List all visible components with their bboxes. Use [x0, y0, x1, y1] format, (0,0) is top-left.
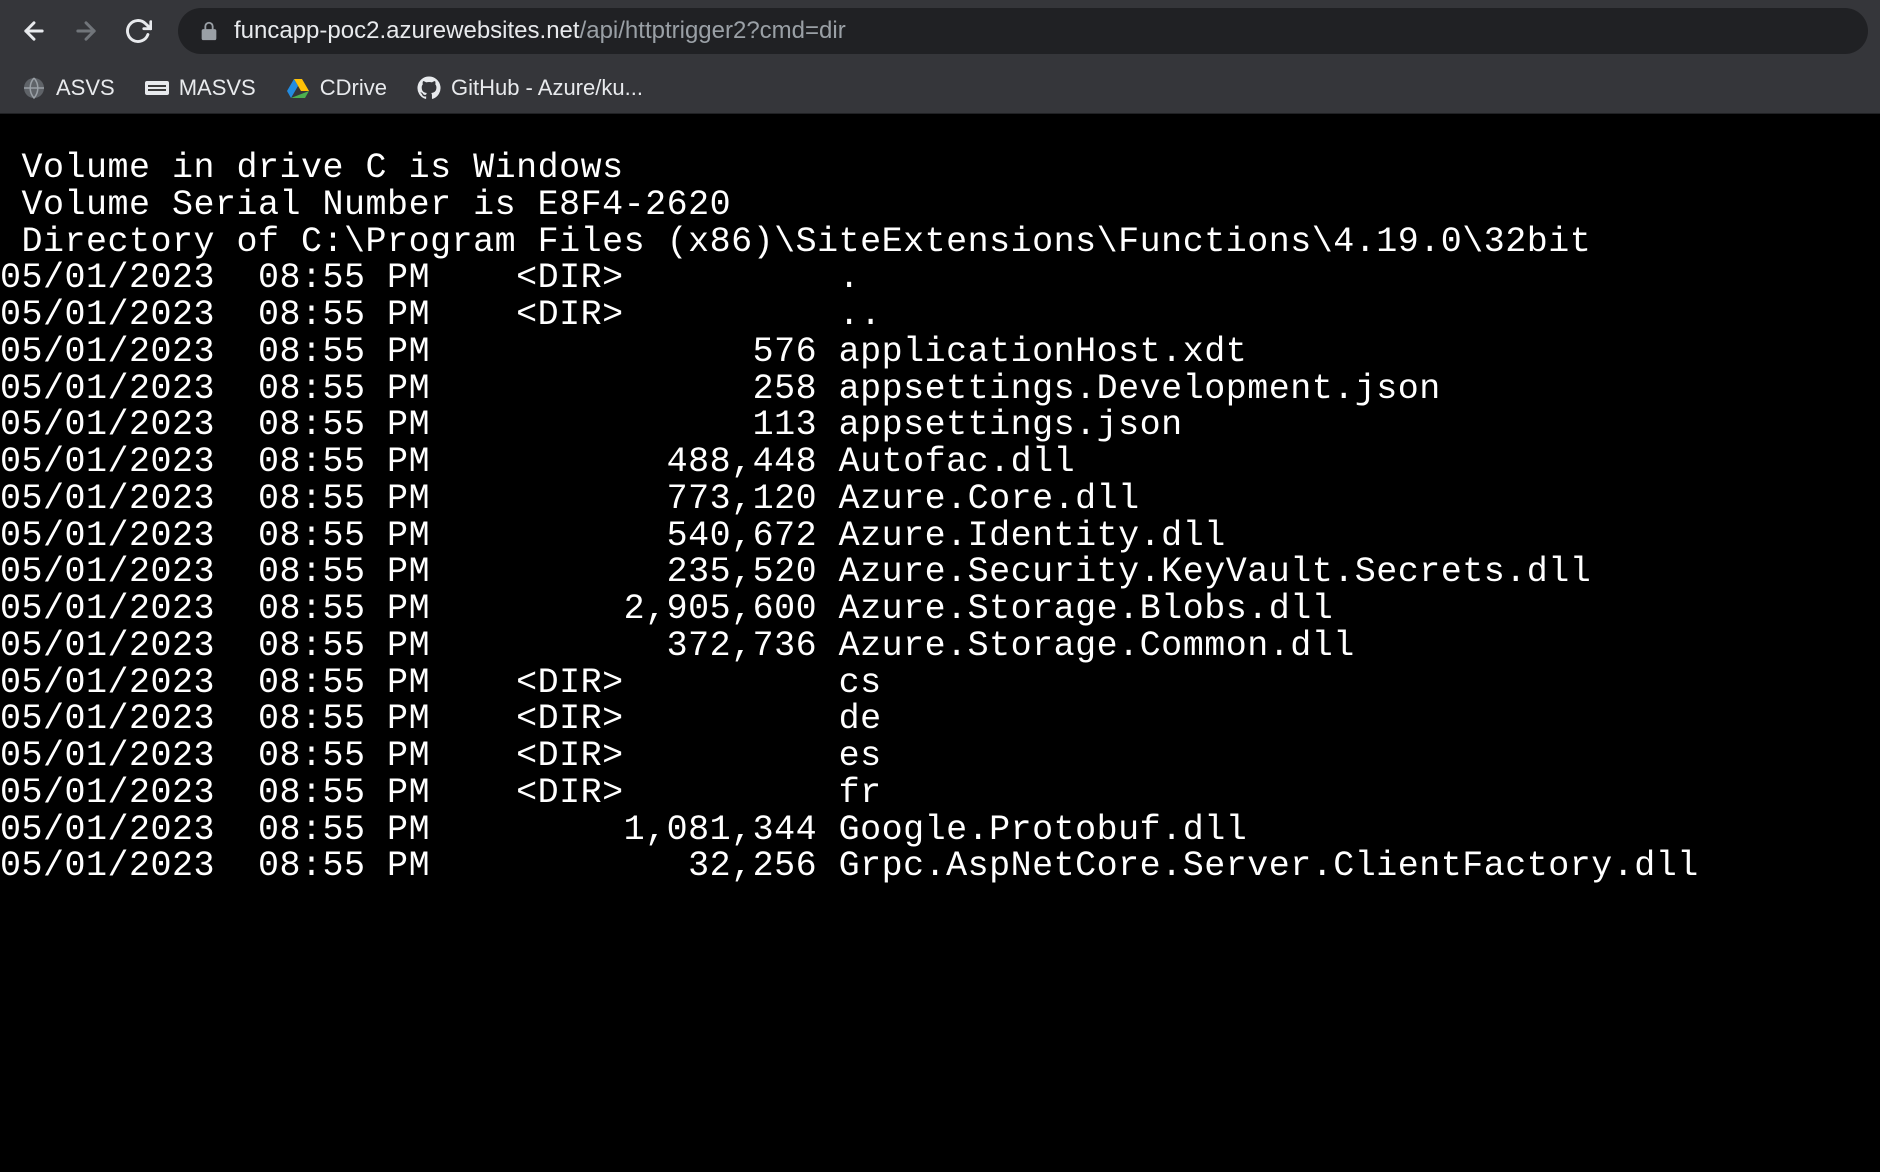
- output-line: 05/01/2023 08:55 PM 32,256 Grpc.AspNetCo…: [0, 848, 1880, 885]
- output-line: 05/01/2023 08:55 PM <DIR> cs: [0, 665, 1880, 702]
- arrow-right-icon: [72, 17, 100, 45]
- gdrive-icon: [286, 76, 310, 100]
- output-line: 05/01/2023 08:55 PM 1,081,344 Google.Pro…: [0, 812, 1880, 849]
- nav-toolbar: funcapp-poc2.azurewebsites.net/api/httpt…: [0, 0, 1880, 62]
- reload-button[interactable]: [116, 9, 160, 53]
- bookmark-label: GitHub - Azure/ku...: [451, 75, 643, 101]
- output-line: 05/01/2023 08:55 PM <DIR> ..: [0, 297, 1880, 334]
- output-line: 05/01/2023 08:55 PM 2,905,600 Azure.Stor…: [0, 591, 1880, 628]
- output-line: 05/01/2023 08:55 PM <DIR> .: [0, 260, 1880, 297]
- forward-button[interactable]: [64, 9, 108, 53]
- bookmark-item[interactable]: CDrive: [286, 75, 387, 101]
- globe-icon: [22, 76, 46, 100]
- bookmark-label: CDrive: [320, 75, 387, 101]
- address-bar[interactable]: funcapp-poc2.azurewebsites.net/api/httpt…: [178, 8, 1868, 54]
- page-content: Volume in drive C is Windows Volume Seri…: [0, 114, 1880, 885]
- output-line: 05/01/2023 08:55 PM 773,120 Azure.Core.d…: [0, 481, 1880, 518]
- github-icon: [417, 76, 441, 100]
- bookmark-item[interactable]: MASVS: [145, 75, 256, 101]
- url-path: /api/httptrigger2?cmd=dir: [580, 17, 846, 44]
- output-line: 05/01/2023 08:55 PM 540,672 Azure.Identi…: [0, 518, 1880, 555]
- lock-icon: [198, 20, 220, 42]
- bookmark-label: ASVS: [56, 75, 115, 101]
- output-line: 05/01/2023 08:55 PM 113 appsettings.json: [0, 407, 1880, 444]
- output-line: 05/01/2023 08:55 PM 372,736 Azure.Storag…: [0, 628, 1880, 665]
- arrow-left-icon: [20, 17, 48, 45]
- output-line: 05/01/2023 08:55 PM <DIR> fr: [0, 775, 1880, 812]
- output-line: 05/01/2023 08:55 PM <DIR> es: [0, 738, 1880, 775]
- bookmarks-bar: ASVS MASVS CDrive GitHub - Azure/ku...: [0, 62, 1880, 114]
- output-line: Volume Serial Number is E8F4-2620: [0, 187, 1880, 224]
- bookmark-item[interactable]: GitHub - Azure/ku...: [417, 75, 643, 101]
- output-line: 05/01/2023 08:55 PM <DIR> de: [0, 701, 1880, 738]
- bookmark-label: MASVS: [179, 75, 256, 101]
- masvs-icon: [145, 76, 169, 100]
- output-line: 05/01/2023 08:55 PM 258 appsettings.Deve…: [0, 371, 1880, 408]
- url-host: funcapp-poc2.azurewebsites.net: [234, 17, 580, 44]
- output-line: Directory of C:\Program Files (x86)\Site…: [0, 224, 1880, 261]
- output-line: 05/01/2023 08:55 PM 235,520 Azure.Securi…: [0, 554, 1880, 591]
- browser-chrome: funcapp-poc2.azurewebsites.net/api/httpt…: [0, 0, 1880, 114]
- output-line: 05/01/2023 08:55 PM 488,448 Autofac.dll: [0, 444, 1880, 481]
- output-line: Volume in drive C is Windows: [0, 150, 1880, 187]
- bookmark-item[interactable]: ASVS: [22, 75, 115, 101]
- output-line: 05/01/2023 08:55 PM 576 applicationHost.…: [0, 334, 1880, 371]
- back-button[interactable]: [12, 9, 56, 53]
- url-text: funcapp-poc2.azurewebsites.net/api/httpt…: [234, 17, 846, 45]
- reload-icon: [124, 17, 152, 45]
